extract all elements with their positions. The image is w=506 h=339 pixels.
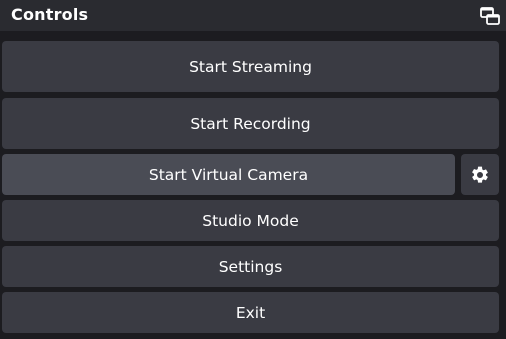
settings-button[interactable]: Settings	[2, 246, 499, 287]
dock-titlebar: Controls	[0, 0, 506, 31]
controls-dock: Controls Start Streaming Start Recording…	[0, 0, 506, 339]
gear-icon	[472, 166, 488, 183]
start-virtual-camera-button[interactable]: Start Virtual Camera	[2, 154, 455, 195]
studio-mode-button[interactable]: Studio Mode	[2, 200, 499, 241]
virtual-camera-settings-button[interactable]	[461, 154, 499, 195]
dock-title: Controls	[11, 5, 89, 24]
start-streaming-button[interactable]: Start Streaming	[2, 41, 499, 92]
undock-icon[interactable]	[479, 5, 501, 27]
exit-button[interactable]: Exit	[2, 292, 499, 333]
start-recording-button[interactable]: Start Recording	[2, 98, 499, 149]
